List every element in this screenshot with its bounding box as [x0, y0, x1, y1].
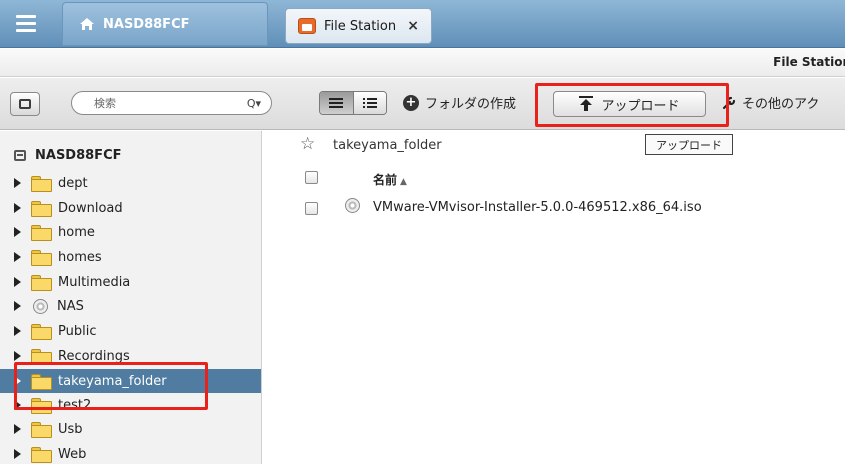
- close-icon[interactable]: ×: [407, 18, 419, 34]
- tree-item-usb[interactable]: Usb: [0, 417, 261, 441]
- toggle-sidebar-button[interactable]: [10, 92, 40, 116]
- expand-arrow-icon[interactable]: [14, 326, 21, 336]
- tree-item-nas[interactable]: NAS: [0, 294, 261, 318]
- tab-file-station-label: File Station: [324, 18, 397, 34]
- sidebar-icon: [19, 99, 31, 109]
- file-row-checkbox[interactable]: [305, 202, 318, 215]
- folder-icon: [31, 176, 52, 192]
- folder-icon: [31, 201, 52, 217]
- folder-icon: [31, 349, 52, 365]
- file-list-panel: ☆ takeyama_folder 名前 ▲ VMware-VMvisor-Ins…: [263, 131, 845, 464]
- folder-icon: [31, 422, 52, 438]
- more-actions-button[interactable]: その他のアク: [722, 93, 819, 112]
- folder-icon: [31, 447, 52, 463]
- favorite-star-icon[interactable]: ☆: [300, 134, 315, 154]
- tree-item-label: Public: [58, 323, 97, 339]
- folder-tree-sidebar: NASD88FCF dept Download home homes Multi…: [0, 131, 262, 464]
- window-title-bar: File Station: [0, 49, 845, 77]
- folder-icon: [31, 225, 52, 241]
- folder-icon: [31, 324, 52, 340]
- list-view-icon: [329, 98, 344, 108]
- expand-arrow-icon[interactable]: [14, 203, 21, 213]
- expand-arrow-icon[interactable]: [14, 301, 21, 311]
- tree-item-download[interactable]: Download: [0, 196, 261, 220]
- expand-arrow-icon[interactable]: [14, 227, 21, 237]
- create-folder-button[interactable]: + フォルダの作成: [403, 93, 516, 112]
- expand-arrow-icon[interactable]: [14, 424, 21, 434]
- expand-arrow-icon[interactable]: [14, 178, 21, 188]
- tree-item-public[interactable]: Public: [0, 319, 261, 343]
- selected-folder-highlight-box: [14, 362, 208, 410]
- more-actions-label: その他のアク: [742, 97, 820, 112]
- detail-view-button[interactable]: [352, 92, 386, 114]
- tree-root-nas[interactable]: NASD88FCF: [14, 148, 122, 163]
- current-path: takeyama_folder: [333, 138, 442, 153]
- tree-item-multimedia[interactable]: Multimedia: [0, 270, 261, 294]
- column-header-name[interactable]: 名前 ▲: [373, 171, 407, 188]
- list-view-button[interactable]: [320, 92, 353, 114]
- detail-list-icon: [362, 98, 377, 108]
- top-bar: NASD88FCF File Station ×: [0, 0, 845, 48]
- folder-icon: [31, 250, 52, 266]
- disc-icon: [33, 298, 48, 314]
- create-folder-label: フォルダの作成: [425, 97, 517, 112]
- plus-icon: +: [403, 94, 419, 111]
- search-input[interactable]: 検索 Q▾: [71, 91, 272, 115]
- search-placeholder: 検索: [94, 97, 116, 110]
- tree-item-web[interactable]: Web: [0, 442, 261, 464]
- tree-item-home[interactable]: home: [0, 220, 261, 244]
- upload-highlight-box: [535, 83, 729, 127]
- sort-ascending-icon: ▲: [400, 177, 407, 187]
- column-header-label: 名前: [373, 173, 398, 187]
- expand-arrow-icon[interactable]: [14, 252, 21, 262]
- tab-nas-home-label: NASD88FCF: [103, 16, 190, 32]
- upload-tooltip: アップロード: [645, 134, 733, 155]
- tab-file-station[interactable]: File Station ×: [285, 8, 432, 44]
- tree-item-label: Multimedia: [58, 274, 131, 290]
- disc-icon: [345, 198, 360, 213]
- search-icon[interactable]: Q▾: [247, 97, 261, 110]
- main-menu-icon[interactable]: [6, 4, 46, 42]
- select-all-checkbox[interactable]: [305, 171, 318, 184]
- tree-item-dept[interactable]: dept: [0, 171, 261, 195]
- file-row-name[interactable]: VMware-VMvisor-Installer-5.0.0-469512.x8…: [373, 200, 702, 215]
- file-station-icon: [298, 18, 316, 34]
- tree-item-label: Usb: [58, 421, 83, 437]
- expand-arrow-icon[interactable]: [14, 449, 21, 459]
- home-icon: [80, 18, 94, 30]
- tree-item-label: homes: [58, 249, 102, 265]
- nas-icon: [14, 150, 26, 161]
- view-mode-toggle: [319, 91, 387, 115]
- tree-item-label: Web: [58, 446, 87, 462]
- window-title: File Station: [773, 55, 845, 69]
- tree-item-label: Download: [58, 200, 123, 216]
- expand-arrow-icon[interactable]: [14, 277, 21, 287]
- tree-item-label: dept: [58, 175, 88, 191]
- tree-root-label: NASD88FCF: [35, 148, 122, 163]
- tree-item-homes[interactable]: homes: [0, 245, 261, 269]
- folder-icon: [31, 275, 52, 291]
- tab-nas-home[interactable]: NASD88FCF: [62, 2, 268, 46]
- expand-arrow-icon[interactable]: [14, 351, 21, 361]
- tree-item-label: NAS: [57, 298, 84, 314]
- tree-item-label: home: [58, 224, 95, 240]
